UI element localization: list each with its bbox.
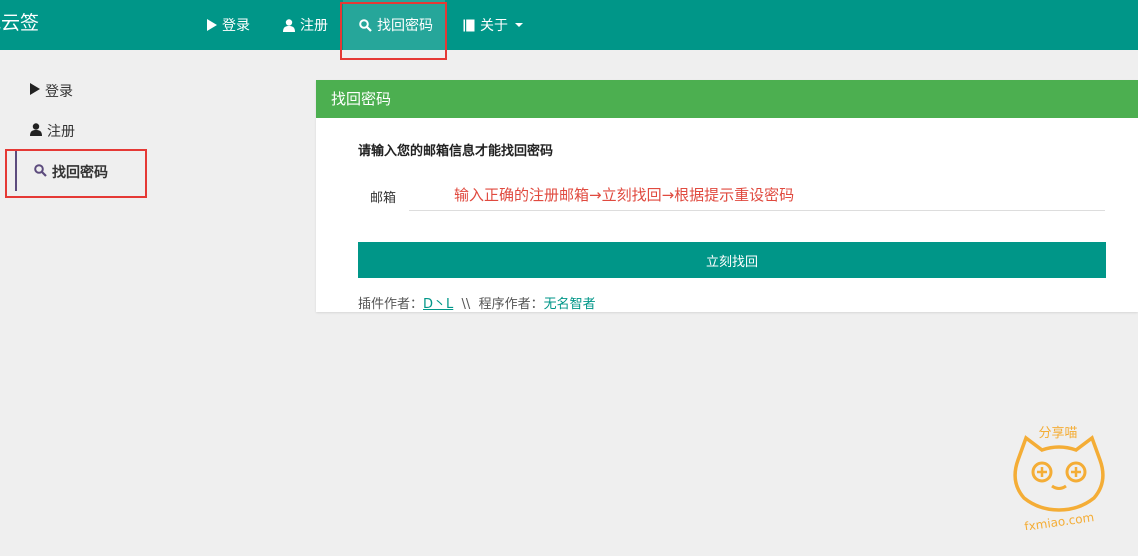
email-label: 邮箱 (370, 191, 397, 206)
panel-title: 找回密码 (316, 80, 1138, 118)
nav-find-password-label: 找回密码 (377, 18, 433, 34)
user-icon (30, 122, 42, 140)
credits-line: 插件作者：D丶L \\ 程序作者：无名智者 (358, 293, 596, 312)
play-icon (207, 19, 217, 31)
plugin-author-link[interactable]: D丶L (423, 297, 453, 312)
sidebar-item-label: 注册 (47, 124, 75, 140)
plugin-author-label: 插件作者： (358, 297, 424, 312)
program-author-link[interactable]: 无名智者 (544, 297, 596, 312)
sidebar-item-find-password[interactable]: 找回密码 (34, 161, 108, 183)
search-icon (359, 18, 372, 32)
top-navbar: 吧云签 登录 注册 找回密码 关于 (0, 0, 1138, 50)
nav-register-label: 注册 (300, 18, 328, 34)
nav-find-password[interactable]: 找回密码 (343, 0, 445, 50)
user-icon (283, 18, 295, 32)
panel-description: 请输入您的邮箱信息才能找回密码 (358, 144, 554, 159)
sidebar-item-register[interactable]: 注册 (30, 120, 75, 142)
brand-title[interactable]: 吧云签 (0, 8, 39, 35)
nav-about-label: 关于 (480, 18, 508, 34)
watermark-cat-logo: 分享喵 fxmiao.com (1013, 425, 1105, 530)
watermark-text: 分享喵 (1038, 425, 1077, 441)
nav-login[interactable]: 登录 (207, 0, 250, 50)
find-password-panel: 找回密码 请输入您的邮箱信息才能找回密码 邮箱 立刻找回 插件作者：D丶L \\… (316, 80, 1138, 312)
watermark-domain: fxmiao.com (1024, 510, 1096, 530)
sidebar-item-label: 登录 (45, 84, 73, 100)
book-icon (463, 19, 475, 32)
credits-separator: \\ (461, 297, 471, 312)
sidebar-item-login[interactable]: 登录 (30, 80, 73, 102)
nav-about-dropdown[interactable]: 关于 (463, 0, 523, 50)
nav-login-label: 登录 (222, 18, 250, 34)
email-field[interactable] (409, 180, 1105, 211)
submit-button[interactable]: 立刻找回 (358, 242, 1106, 278)
chevron-down-icon (515, 23, 523, 27)
nav-register[interactable]: 注册 (283, 0, 328, 50)
program-author-label: 程序作者： (478, 297, 544, 312)
play-icon (30, 83, 40, 99)
sidebar-item-label: 找回密码 (52, 165, 108, 181)
sidebar-active-indicator (15, 151, 17, 191)
search-icon (34, 163, 47, 181)
